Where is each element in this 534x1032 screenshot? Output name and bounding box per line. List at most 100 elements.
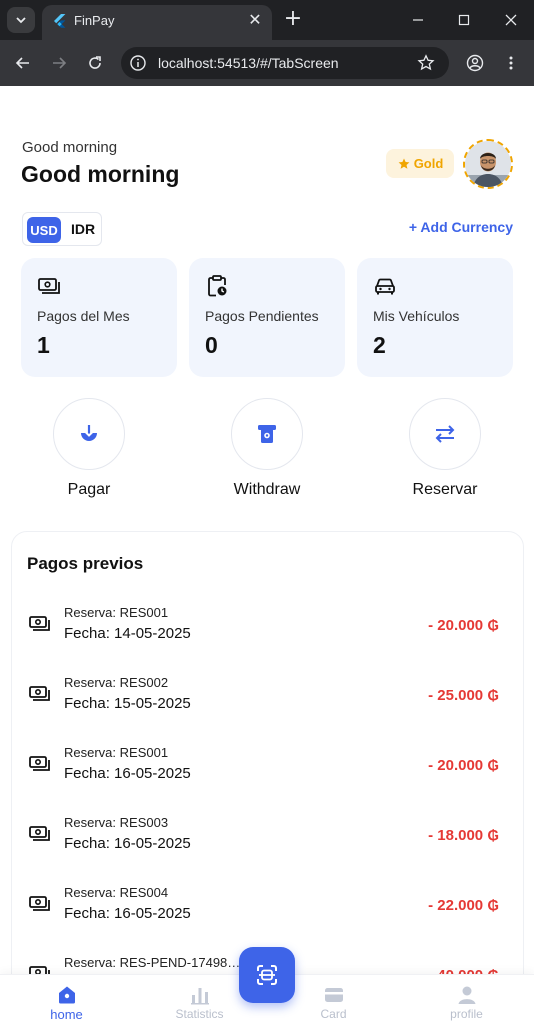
money-icon [29, 686, 50, 701]
nav-home-label: home [50, 1007, 83, 1022]
reserva-label: Reserva: RES001 [64, 745, 169, 760]
stat-value: 1 [37, 332, 50, 358]
gold-tier-badge[interactable]: Gold [386, 149, 454, 178]
currency-toggle: USD IDR [22, 212, 102, 246]
address-bar[interactable]: localhost:54513/#/TabScreen [121, 47, 449, 79]
url-text[interactable]: localhost:54513/#/TabScreen [158, 55, 339, 71]
flutter-logo-icon [54, 14, 66, 28]
withdraw-icon [258, 425, 276, 443]
stat-value: 2 [373, 332, 386, 358]
pagar-action[interactable]: Pagar [34, 398, 144, 502]
bar-chart-icon [191, 988, 209, 1005]
close-tab-icon[interactable]: ✕ [246, 11, 264, 29]
account-circle-icon [466, 54, 484, 72]
clipboard-clock-icon [208, 275, 227, 297]
reserva-label: Reserva: RES002 [64, 675, 169, 690]
browser-tab[interactable]: FinPay ✕ [42, 5, 272, 40]
add-currency-label: + Add Currency [408, 219, 513, 235]
user-photo [465, 141, 511, 187]
stat-label: Mis Vehículos [373, 308, 460, 324]
avatar[interactable] [463, 139, 513, 189]
arrow-left-icon [15, 57, 29, 69]
bookmark-star-icon[interactable] [417, 54, 435, 72]
money-icon [38, 278, 60, 294]
withdraw-button[interactable] [231, 398, 303, 470]
currency-usd-option[interactable]: USD [27, 217, 61, 243]
pagar-button[interactable] [53, 398, 125, 470]
reservar-button[interactable] [409, 398, 481, 470]
amount-label: - 18.000 ₲ [428, 827, 499, 844]
stat-card-pagos-mes[interactable]: Pagos del Mes 1 [21, 258, 177, 377]
amount-label: - 20.000 ₲ [428, 617, 499, 634]
profile-menu-button[interactable] [462, 50, 488, 76]
reservar-action[interactable]: Reservar [390, 398, 500, 502]
home-icon [59, 986, 75, 1004]
stat-card-mis-vehiculos[interactable]: Mis Vehículos 2 [357, 258, 513, 377]
credit-card-icon [325, 988, 343, 1002]
nav-profile[interactable]: profile [400, 975, 533, 1032]
crown-star-icon [398, 158, 410, 169]
reload-button[interactable] [82, 50, 108, 76]
scan-icon [257, 965, 277, 985]
list-item[interactable]: Reserva: RES003 Fecha: 16-05-2025 - 18.0… [12, 806, 523, 858]
info-icon[interactable] [129, 54, 147, 72]
reserva-label: Reserva: RES001 [64, 605, 169, 620]
reserva-label: Reserva: RES-PEND-17498…11 [64, 955, 254, 970]
browser-menu-button[interactable] [498, 50, 524, 76]
stat-value: 0 [205, 332, 218, 358]
stat-label: Pagos Pendientes [205, 308, 319, 324]
close-window-button[interactable] [493, 6, 529, 34]
list-item[interactable]: Reserva: RES001 Fecha: 16-05-2025 - 20.0… [12, 736, 523, 788]
money-icon [29, 896, 50, 911]
browser-tab-strip: FinPay ✕ + [0, 0, 534, 40]
fecha-label: Fecha: 14-05-2025 [64, 625, 191, 642]
withdraw-label: Withdraw [233, 481, 301, 498]
fecha-label: Fecha: 16-05-2025 [64, 905, 191, 922]
app-page: Good morning Good morning Gold USD IDR +… [0, 86, 534, 1032]
currency-idr-option[interactable]: IDR [71, 221, 95, 237]
stat-label: Pagos del Mes [37, 308, 130, 324]
withdraw-action[interactable]: Withdraw [212, 398, 322, 502]
money-icon [29, 756, 50, 771]
reload-icon [89, 56, 101, 69]
list-item[interactable]: Reserva: RES004 Fecha: 16-05-2025 - 22.0… [12, 876, 523, 928]
pay-icon [81, 425, 97, 441]
nav-card-label: Card [320, 1007, 347, 1021]
list-item[interactable]: Reserva: RES002 Fecha: 15-05-2025 - 25.0… [12, 666, 523, 718]
new-tab-button[interactable]: + [281, 8, 305, 32]
amount-label: - 20.000 ₲ [428, 757, 499, 774]
tab-title: FinPay [74, 13, 115, 28]
nav-statistics-label: Statistics [175, 1007, 224, 1021]
amount-label: - 22.000 ₲ [428, 897, 499, 914]
browser-toolbar: localhost:54513/#/TabScreen [0, 40, 534, 86]
person-icon [458, 986, 476, 1004]
reservar-label: Reservar [412, 481, 478, 498]
history-title: Pagos previos [27, 554, 144, 573]
add-currency-link[interactable]: + Add Currency [409, 219, 513, 235]
minimize-button[interactable] [400, 6, 436, 34]
car-icon [375, 278, 395, 295]
nav-home[interactable]: home [0, 975, 133, 1032]
scan-qr-button[interactable] [239, 947, 295, 1003]
greeting-subtitle: Good morning [22, 139, 118, 156]
arrow-right-icon [53, 57, 67, 69]
list-item[interactable]: Reserva: RES001 Fecha: 14-05-2025 - 20.0… [12, 596, 523, 648]
stat-card-pagos-pendientes[interactable]: Pagos Pendientes 0 [189, 258, 345, 377]
reserva-label: Reserva: RES003 [64, 815, 169, 830]
swap-icon [435, 425, 455, 443]
chevron-down-icon [16, 17, 26, 24]
amount-label: - 25.000 ₲ [428, 687, 499, 704]
fecha-label: Fecha: 15-05-2025 [64, 695, 191, 712]
maximize-button[interactable] [446, 6, 482, 34]
greeting-title: Good morning [21, 161, 180, 187]
back-button[interactable] [10, 50, 36, 76]
forward-button[interactable] [46, 50, 72, 76]
money-icon [29, 826, 50, 841]
nav-profile-label: profile [450, 1007, 483, 1021]
maximize-icon [458, 14, 470, 26]
fecha-label: Fecha: 16-05-2025 [64, 765, 191, 782]
minimize-icon [413, 19, 423, 21]
reserva-label: Reserva: RES004 [64, 885, 169, 900]
fecha-label: Fecha: 16-05-2025 [64, 835, 191, 852]
tab-search-button[interactable] [7, 7, 35, 33]
